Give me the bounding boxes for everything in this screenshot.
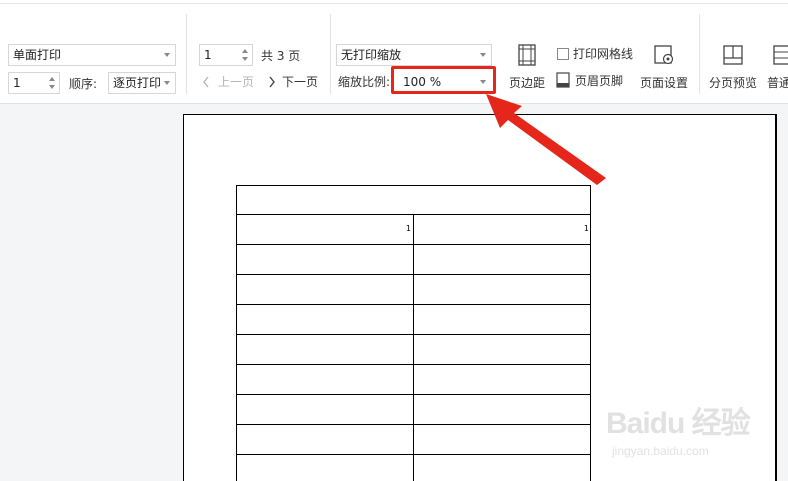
table-cell — [414, 305, 591, 334]
order-label: 顺序: — [69, 77, 98, 91]
stepper-down-icon[interactable] — [49, 85, 55, 89]
table-cell — [237, 455, 414, 481]
total-pages: 共 3 页 — [261, 49, 301, 63]
cell-value: 1 — [583, 224, 589, 233]
page-setup-button[interactable]: 页面设置 — [639, 44, 689, 114]
table-cell — [414, 275, 591, 304]
table-cell — [237, 365, 414, 394]
chevron-down-icon — [164, 81, 170, 85]
watermark-url: jingyan.baidu.com — [612, 444, 709, 458]
table-cell — [237, 425, 414, 454]
normal-view-button[interactable]: 普通 — [763, 44, 788, 114]
sheet-table: 11 — [236, 185, 591, 481]
chevron-down-icon — [480, 53, 486, 57]
toolbar-divider — [186, 14, 187, 94]
print-mode-value: 单面打印 — [13, 48, 62, 62]
table-cell: 1 — [414, 215, 591, 244]
page-setup-icon — [654, 45, 674, 65]
table-row — [236, 425, 591, 455]
stepper-down-icon[interactable] — [242, 57, 248, 61]
print-gridlines-checkbox[interactable] — [557, 48, 569, 60]
table-cell: 1 — [237, 215, 414, 244]
table-cell — [237, 186, 591, 215]
table-cell — [414, 335, 591, 364]
table-row — [236, 245, 591, 275]
header-footer-icon — [556, 72, 570, 88]
table-cell — [414, 365, 591, 394]
table-row — [236, 305, 591, 335]
page-break-preview-icon — [723, 45, 743, 65]
page-break-preview-button[interactable]: 分页预览 — [708, 44, 758, 114]
order-value: 逐页打印 — [113, 76, 162, 90]
toolbar-divider — [330, 14, 331, 94]
page-number-stepper[interactable]: 1 — [199, 44, 253, 66]
normal-view-label: 普通 — [767, 76, 788, 90]
watermark-text: Baidu 经验 — [606, 407, 751, 440]
prev-page-button[interactable]: 上一页 — [200, 72, 258, 92]
toolbar-divider — [699, 14, 700, 94]
scale-mode-value: 无打印缩放 — [341, 48, 402, 62]
table-cell — [237, 275, 414, 304]
header-footer-button[interactable]: 页眉页脚 — [575, 73, 623, 89]
margins-icon — [518, 44, 536, 66]
stepper-up-icon[interactable] — [242, 49, 248, 53]
table-cell — [237, 245, 414, 274]
stepper-up-icon[interactable] — [49, 77, 55, 81]
chevron-right-icon — [269, 76, 275, 88]
print-mode-select[interactable]: 单面打印 — [8, 44, 176, 66]
print-gridlines-label: 打印网格线 — [573, 47, 634, 61]
table-cell — [237, 395, 414, 424]
chevron-down-icon — [164, 53, 170, 57]
baidu-watermark: Baidu 经验 jingyan.baidu.com — [600, 392, 780, 472]
margins-label: 页边距 — [508, 76, 545, 90]
table-row — [236, 395, 591, 425]
table-cell — [414, 425, 591, 454]
cell-value: 1 — [405, 224, 411, 233]
chevron-left-icon — [203, 76, 209, 88]
copies-stepper[interactable]: 1 — [8, 72, 60, 94]
normal-view-icon — [773, 45, 788, 65]
scale-label: 缩放比例: — [338, 75, 391, 89]
table-cell — [414, 245, 591, 274]
table-row — [236, 275, 591, 305]
table-row — [236, 335, 591, 365]
table-header-row — [236, 185, 591, 215]
table-row: 11 — [236, 215, 591, 245]
table-cell — [414, 395, 591, 424]
scale-mode-select[interactable]: 无打印缩放 — [336, 44, 492, 66]
table-cell — [414, 455, 591, 481]
prev-page-label: 上一页 — [218, 75, 255, 89]
table-row — [236, 365, 591, 395]
table-cell — [237, 305, 414, 334]
copies-value: 1 — [13, 76, 21, 90]
table-row — [236, 455, 591, 481]
page-setup-label: 页面设置 — [639, 76, 688, 90]
margins-button[interactable]: 页边距 — [502, 44, 552, 114]
scale-value-highlight-box — [391, 66, 496, 94]
next-page-label: 下一页 — [282, 75, 319, 89]
order-select[interactable]: 逐页打印 — [108, 72, 176, 94]
table-cell — [237, 335, 414, 364]
page-number-value: 1 — [204, 48, 212, 62]
next-page-button[interactable]: 下一页 — [266, 72, 324, 92]
page-break-preview-label: 分页预览 — [708, 76, 757, 90]
